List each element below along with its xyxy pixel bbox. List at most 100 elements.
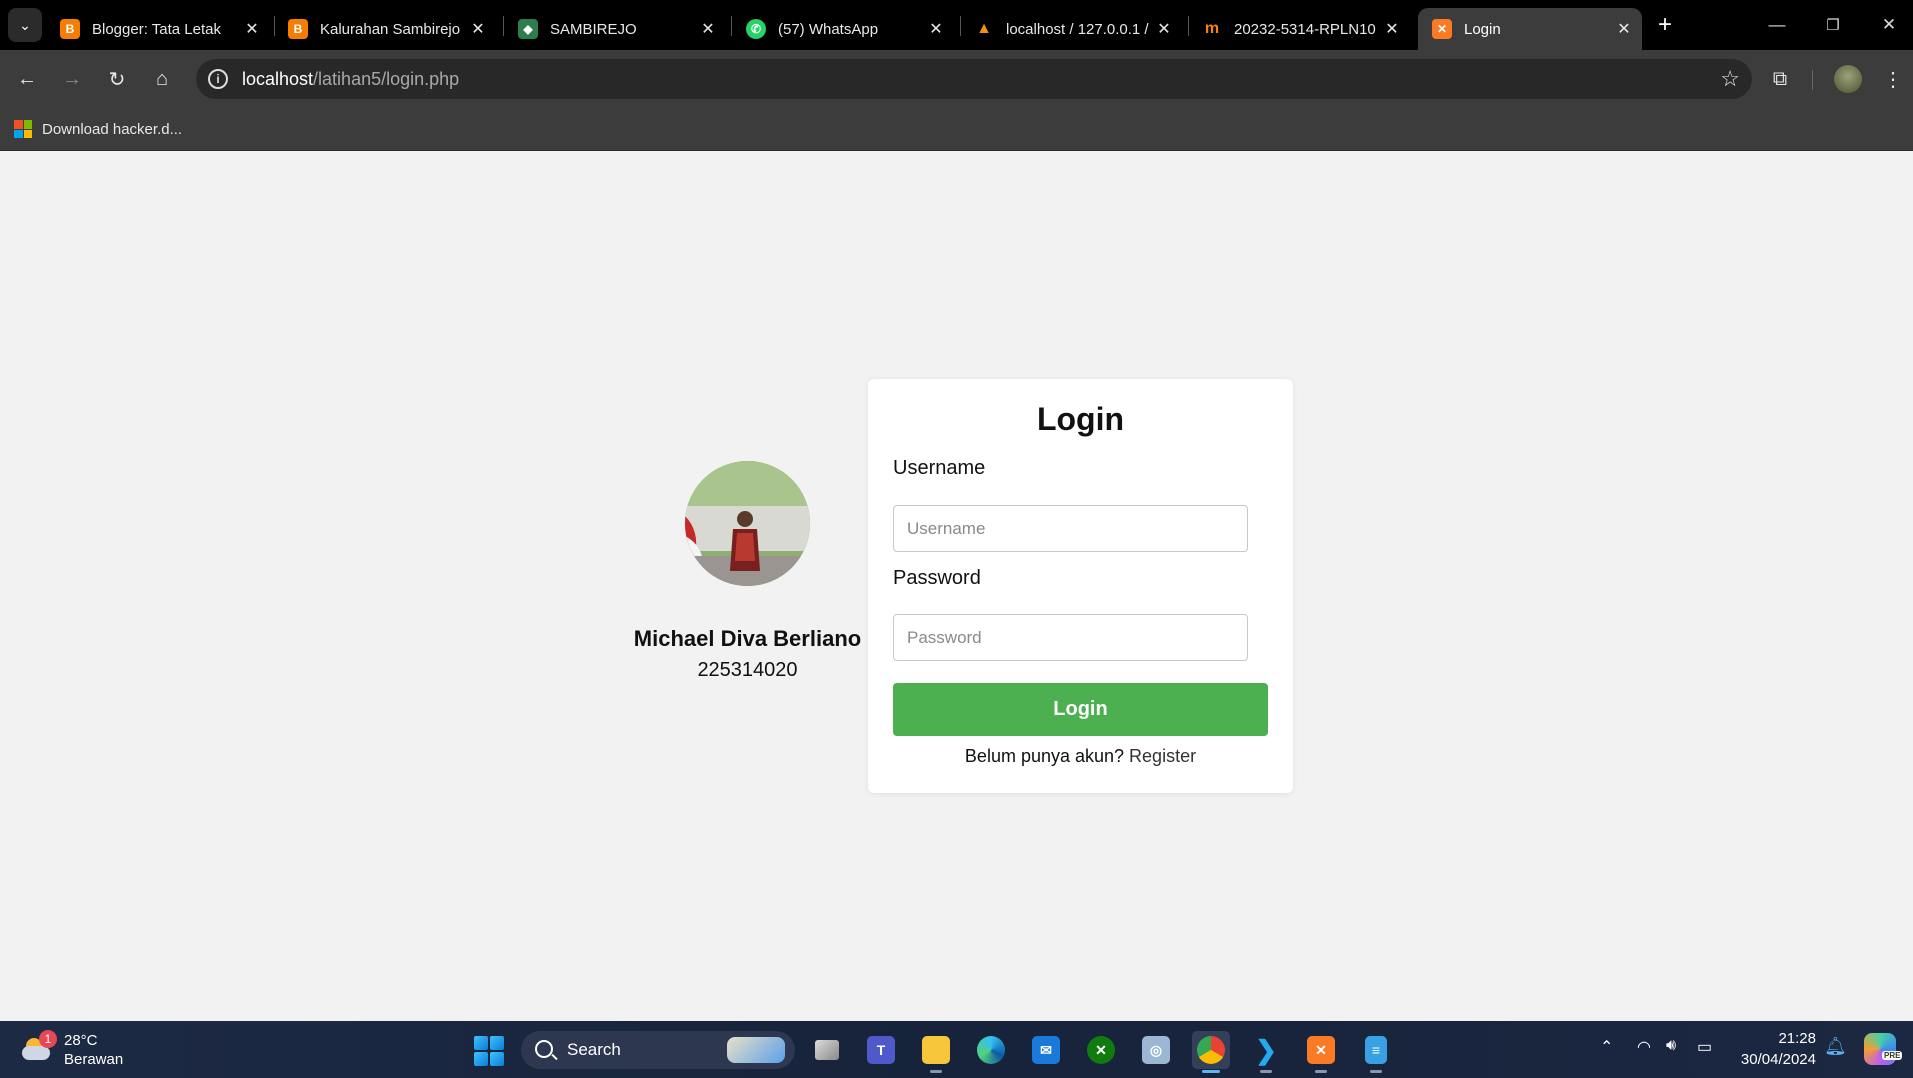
notepad-icon: ≡: [1365, 1036, 1387, 1064]
running-indicator: [1202, 1070, 1220, 1073]
moodle-icon: m: [1204, 20, 1220, 37]
tab-title: localhost / 127.0.0.1 /: [1006, 20, 1149, 38]
close-tab-icon[interactable]: ✕: [240, 19, 264, 39]
clock-time[interactable]: 21:28: [1740, 1030, 1816, 1047]
username-label: Username: [893, 457, 986, 479]
tab-whatsapp[interactable]: ✆ (57) WhatsApp ✕: [732, 8, 954, 50]
restore-button[interactable]: ❐: [1813, 8, 1853, 42]
teams-app[interactable]: T: [862, 1031, 900, 1069]
password-label: Password: [893, 567, 981, 589]
whatsapp-icon: ✆: [746, 19, 766, 39]
tab-moodle[interactable]: m 20232-5314-RPLN10 ✕: [1188, 8, 1410, 50]
url-host: localhost: [242, 69, 314, 89]
close-tab-icon[interactable]: ✕: [1152, 19, 1176, 39]
student-name: Michael Diva Berliano: [633, 626, 862, 651]
tab-title: Kalurahan Sambirejo: [320, 20, 461, 38]
chrome-icon: [1197, 1036, 1225, 1064]
wifi-icon[interactable]: ◠: [1637, 1037, 1651, 1057]
blogger-icon: B: [288, 19, 308, 39]
edge-icon: [977, 1036, 1005, 1064]
home-button[interactable]: ⌂: [145, 62, 179, 96]
volume-icon[interactable]: 🔊︎: [1666, 1037, 1676, 1055]
browser-menu-icon[interactable]: ⋮: [1876, 62, 1910, 96]
new-tab-button[interactable]: +: [1650, 10, 1680, 40]
close-tab-icon[interactable]: ✕: [924, 19, 948, 39]
task-view-icon: [815, 1040, 839, 1060]
password-input[interactable]: [893, 614, 1248, 661]
tab-strip: ⌄ B Blogger: Tata Letak ✕ B Kalurahan Sa…: [0, 0, 1913, 50]
vscode-app[interactable]: ❯: [1247, 1031, 1285, 1073]
tab-phpmyadmin[interactable]: ▲ localhost / 127.0.0.1 / ✕: [960, 8, 1182, 50]
task-view-button[interactable]: [808, 1031, 846, 1069]
username-input[interactable]: [893, 505, 1248, 552]
weather-description: Berawan: [64, 1051, 124, 1068]
page-viewport: Michael Diva Berliano 225314020 Login Us…: [0, 151, 1913, 1021]
minimize-button[interactable]: —: [1757, 8, 1797, 42]
tab-title: Blogger: Tata Letak: [92, 20, 221, 38]
tab-blogger-tata-letak[interactable]: B Blogger: Tata Letak ✕: [46, 8, 270, 50]
teams-icon: T: [867, 1036, 895, 1064]
clock-date[interactable]: 30/04/2024: [1730, 1051, 1816, 1068]
register-link[interactable]: Register: [1129, 746, 1196, 766]
mail-app[interactable]: ✉: [1027, 1031, 1065, 1069]
running-indicator: [1260, 1070, 1272, 1073]
folder-icon: [922, 1036, 950, 1064]
login-button[interactable]: Login: [893, 683, 1268, 736]
microsoft-logo-icon: [14, 120, 32, 138]
tab-kalurahan-sambirejo[interactable]: B Kalurahan Sambirejo ✕: [274, 8, 496, 50]
extensions-icon[interactable]: ⧉: [1763, 62, 1797, 96]
close-tab-icon[interactable]: ✕: [1380, 19, 1404, 39]
bookmark-star-icon[interactable]: ☆: [1720, 66, 1740, 92]
forward-button[interactable]: →: [55, 62, 89, 96]
tab-title: 20232-5314-RPLN10: [1234, 20, 1376, 38]
site-info-icon[interactable]: i: [208, 69, 228, 89]
chrome-app[interactable]: [1192, 1031, 1230, 1073]
xampp-icon: ✕: [1307, 1036, 1335, 1064]
search-icon: [535, 1040, 553, 1058]
show-hidden-icons-button[interactable]: ⌃: [1600, 1037, 1613, 1057]
weather-widget[interactable]: 1 28°C Berawan: [22, 1030, 142, 1070]
close-tab-icon[interactable]: ✕: [1612, 19, 1636, 39]
xbox-app[interactable]: ✕: [1082, 1031, 1120, 1069]
address-bar[interactable]: i localhost/latihan5/login.php ☆: [196, 59, 1752, 99]
browser-toolbar: ← → ↻ ⌂ i localhost/latihan5/login.php ☆…: [0, 50, 1913, 108]
tab-title: Login: [1464, 20, 1501, 38]
weather-temperature: 28°C: [64, 1032, 98, 1049]
edge-app[interactable]: [972, 1031, 1010, 1069]
file-explorer-app[interactable]: [917, 1031, 955, 1073]
crest-icon: ◆: [518, 19, 538, 39]
back-button[interactable]: ←: [10, 62, 44, 96]
login-card: Login Username Password Login Belum puny…: [868, 379, 1293, 793]
remote-desktop-app[interactable]: ◎: [1137, 1031, 1175, 1069]
blogger-icon: B: [60, 19, 80, 39]
xbox-icon: ✕: [1087, 1036, 1115, 1064]
close-window-button[interactable]: ✕: [1869, 8, 1909, 42]
mail-icon: ✉: [1032, 1036, 1060, 1064]
toolbar-separator: [1812, 70, 1813, 90]
phpmyadmin-icon: ▲: [976, 20, 992, 37]
register-prompt: Belum punya akun?: [964, 746, 1125, 766]
tab-sambirejo[interactable]: ◆ SAMBIREJO ✕: [504, 8, 726, 50]
xampp-app[interactable]: ✕: [1302, 1031, 1340, 1073]
bookmark-label: Download hacker.d...: [42, 120, 183, 138]
url-path: /latihan5/login.php: [313, 69, 460, 89]
register-prompt-line: Belum punya akun? Register: [868, 746, 1293, 767]
notification-bell-icon[interactable]: 🔔︎: [1824, 1036, 1847, 1057]
taskbar-search[interactable]: Search: [521, 1031, 795, 1069]
notepad-app[interactable]: ≡: [1357, 1031, 1395, 1073]
running-indicator: [1370, 1070, 1382, 1073]
tab-login[interactable]: ✕ Login ✕: [1418, 8, 1642, 50]
copilot-preview-badge: PRE: [1882, 1051, 1903, 1060]
battery-icon[interactable]: ▭: [1697, 1037, 1712, 1057]
bookmark-item[interactable]: Download hacker.d...: [14, 116, 182, 142]
profile-photo: [685, 461, 810, 586]
reload-button[interactable]: ↻: [100, 62, 134, 96]
start-button[interactable]: [474, 1036, 504, 1066]
tab-search-button[interactable]: ⌄: [8, 8, 42, 42]
profile-avatar[interactable]: [1834, 65, 1862, 93]
url-text[interactable]: localhost/latihan5/login.php: [242, 69, 459, 90]
copilot-button[interactable]: PRE: [1864, 1033, 1903, 1065]
close-tab-icon[interactable]: ✕: [696, 19, 720, 39]
close-tab-icon[interactable]: ✕: [466, 19, 490, 39]
student-id: 225314020: [697, 659, 798, 681]
